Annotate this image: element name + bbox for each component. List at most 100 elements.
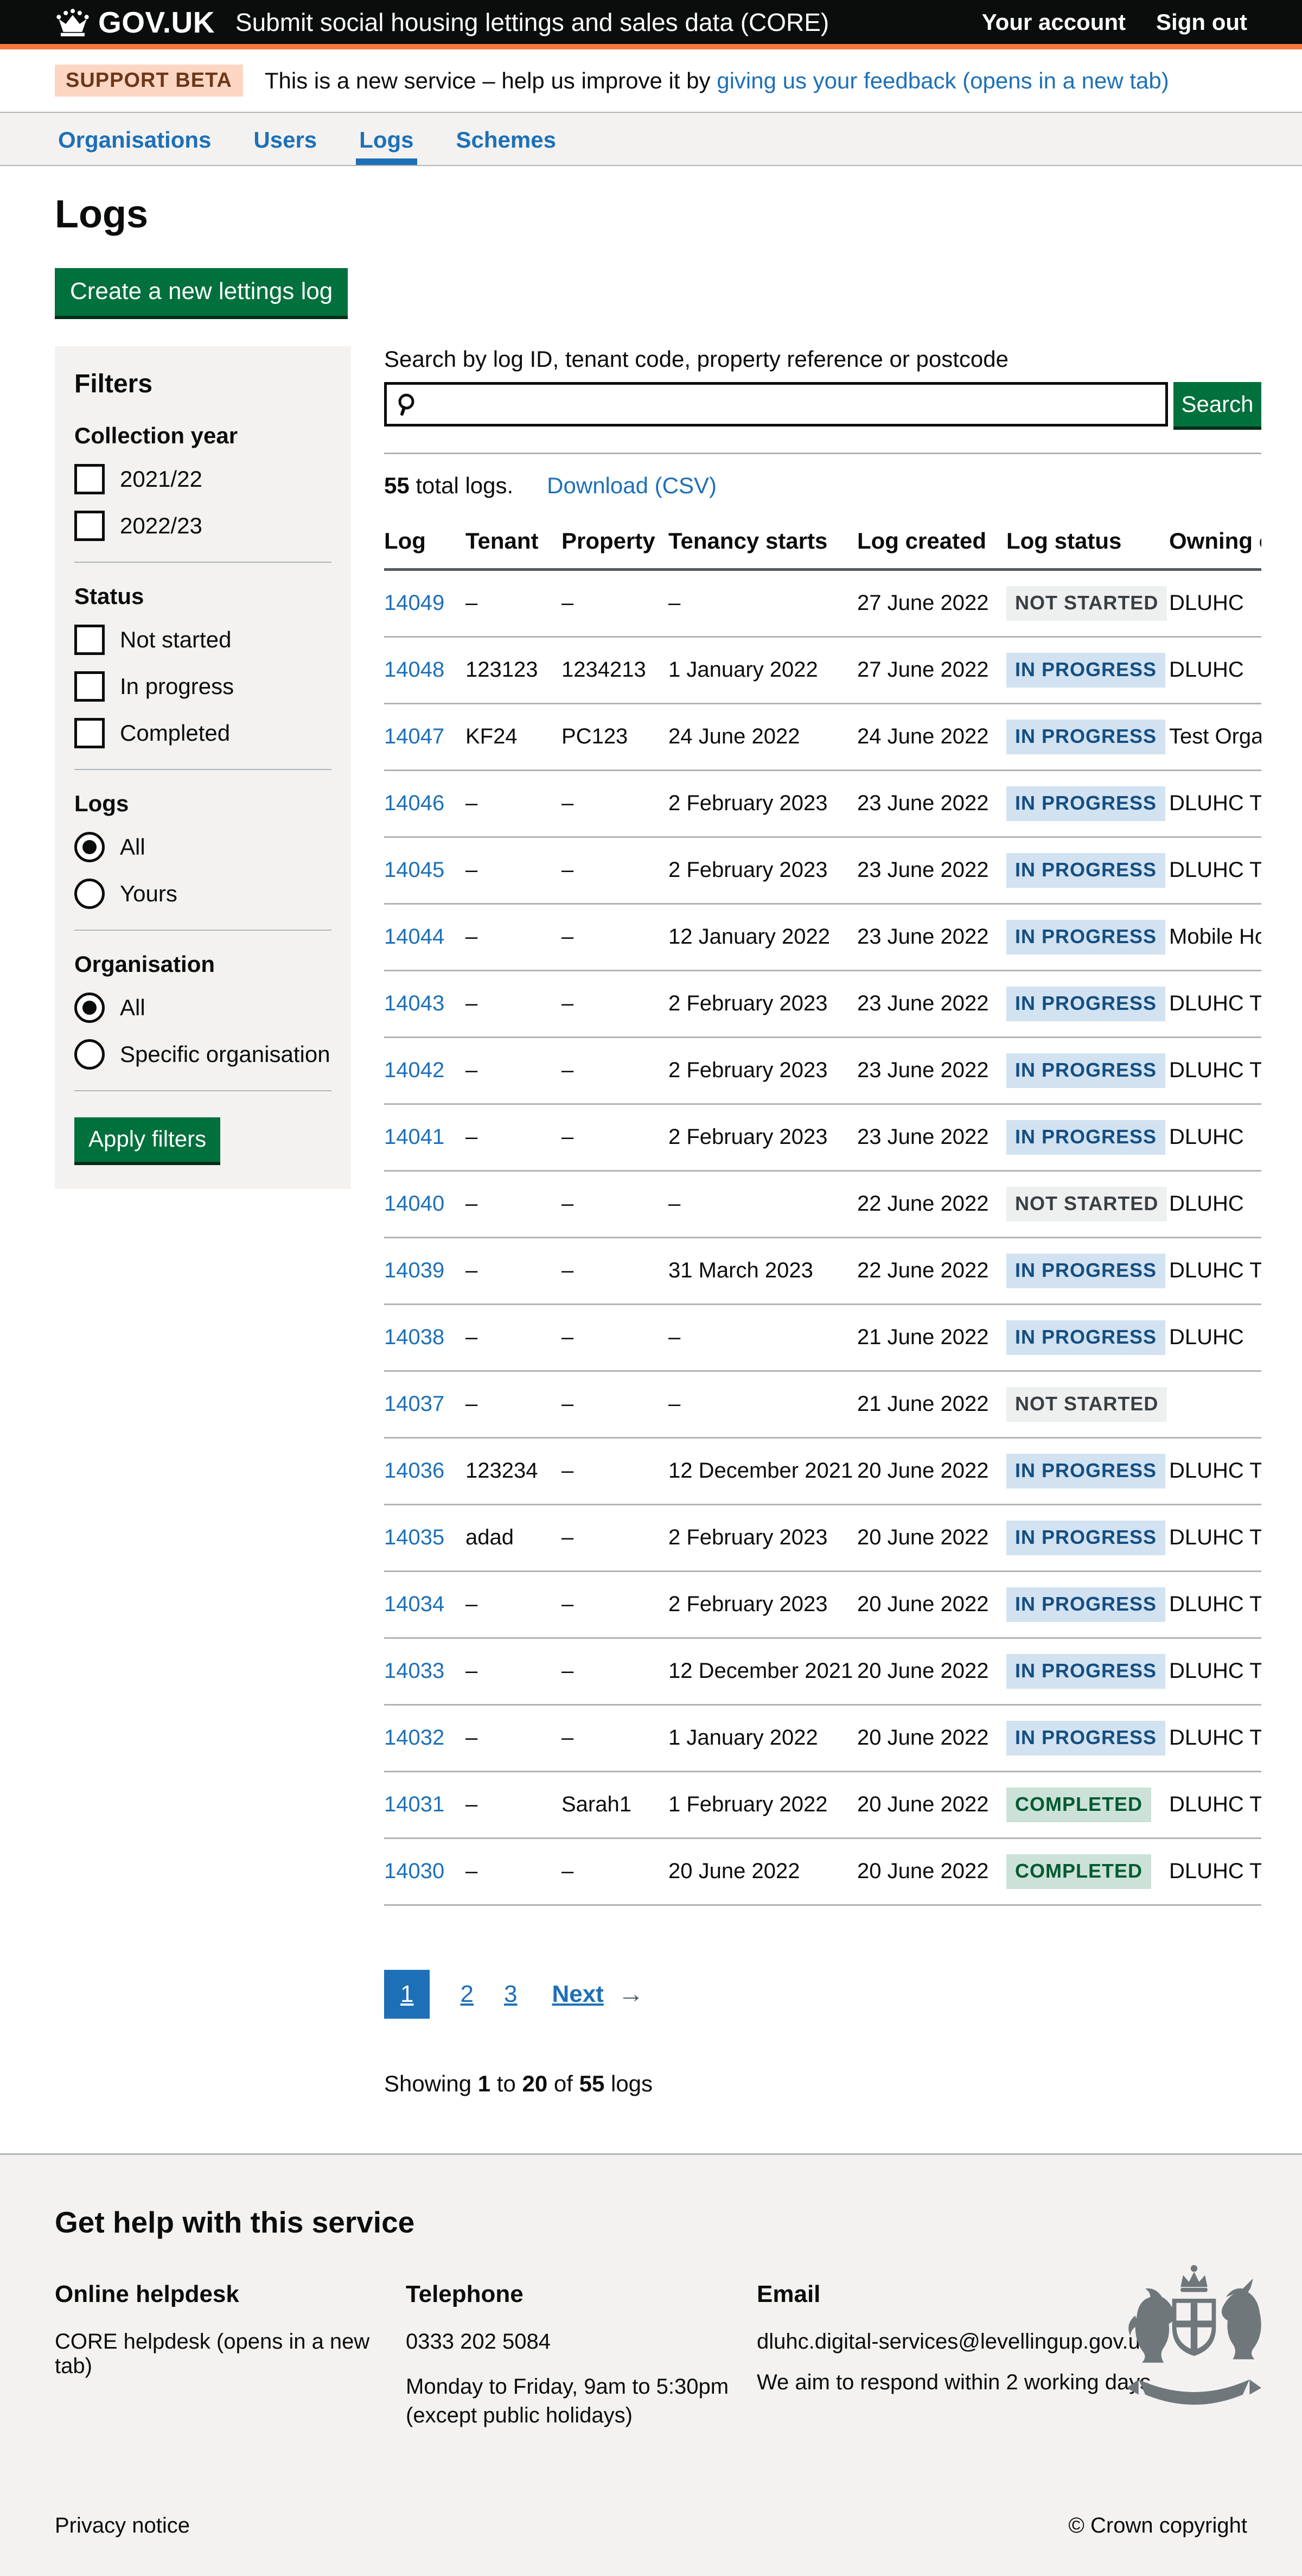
radio-option-logs-yours[interactable]: Yours — [74, 879, 331, 909]
radio-option-org-all[interactable]: All — [74, 993, 331, 1023]
crown-copyright-link[interactable]: © Crown copyright — [1068, 2514, 1247, 2538]
owning-org-cell: DLUHC — [1169, 1104, 1261, 1171]
log-id-link[interactable]: 14042 — [384, 1058, 444, 1082]
table-row: 14044––12 January 202223 June 2022IN PRO… — [384, 904, 1261, 970]
create-lettings-log-button[interactable]: Create a new lettings log — [55, 268, 348, 316]
col-header-tenant: Tenant — [465, 523, 561, 570]
log-id-link[interactable]: 14046 — [384, 791, 444, 815]
core-helpdesk-link[interactable]: CORE helpdesk (opens in a new tab) — [55, 2330, 406, 2378]
owning-org-cell: DLUHC Tes — [1169, 837, 1261, 904]
log-id-link[interactable]: 14036 — [384, 1459, 444, 1483]
telephone-hours-note: (except public holidays) — [406, 2403, 757, 2428]
log-id-link[interactable]: 14045 — [384, 858, 444, 882]
download-csv-link[interactable]: Download (CSV) — [547, 473, 717, 499]
telephone-heading: Telephone — [406, 2281, 757, 2308]
tenant-cell: – — [465, 1237, 561, 1304]
tenant-cell: – — [465, 1838, 561, 1905]
radio-logs-all[interactable] — [74, 832, 105, 862]
radio-org-all[interactable] — [74, 993, 105, 1023]
radio-label: Yours — [120, 881, 177, 907]
nav-item-schemes[interactable]: Schemes — [453, 113, 559, 165]
nav-item-organisations[interactable]: Organisations — [55, 113, 214, 165]
checkbox-in-progress[interactable] — [74, 671, 105, 702]
search-button[interactable]: Search — [1173, 382, 1261, 427]
status-badge: NOT STARTED — [1006, 1387, 1167, 1422]
tenant-cell: KF24 — [465, 703, 561, 770]
pagination-page-3[interactable]: 3 — [504, 1981, 517, 2008]
log-id-link[interactable]: 14041 — [384, 1125, 444, 1149]
govuk-logo[interactable]: GOV.UK — [98, 5, 215, 40]
apply-filters-button[interactable]: Apply filters — [74, 1117, 220, 1162]
checkbox-option-in-progress[interactable]: In progress — [74, 671, 331, 702]
table-row: 14040–––22 June 2022NOT STARTEDDLUHC — [384, 1171, 1261, 1237]
owning-org-cell: DLUHC — [1169, 1304, 1261, 1371]
log-id-link[interactable]: 14049 — [384, 591, 444, 615]
log-id-link[interactable]: 14040 — [384, 1192, 444, 1216]
radio-logs-yours[interactable] — [74, 879, 105, 909]
log-id-link[interactable]: 14035 — [384, 1525, 444, 1549]
radio-org-specific[interactable] — [74, 1039, 105, 1070]
owning-org-cell: DLUHC Tes — [1169, 1504, 1261, 1571]
status-badge: IN PROGRESS — [1006, 1454, 1165, 1489]
owning-org-cell: DLUHC Tes — [1169, 1037, 1261, 1104]
tenancy-starts-cell: 2 February 2023 — [668, 770, 857, 837]
table-row: 1404812312312342131 January 202227 June … — [384, 637, 1261, 703]
log-id-link[interactable]: 14030 — [384, 1859, 444, 1883]
property-cell: – — [561, 970, 668, 1037]
email-link[interactable]: dluhc.digital-services@levellingup.gov.u… — [757, 2330, 1151, 2354]
log-id-link[interactable]: 14033 — [384, 1659, 444, 1683]
log-created-cell: 22 June 2022 — [857, 1171, 1006, 1237]
property-cell: – — [561, 837, 668, 904]
nav-item-users[interactable]: Users — [250, 113, 320, 165]
status-badge: IN PROGRESS — [1006, 653, 1165, 688]
footer-telephone-column: Telephone 0333 202 5084 Monday to Friday… — [406, 2281, 757, 2442]
log-id-link[interactable]: 14044 — [384, 925, 444, 949]
logs-legend: Logs — [74, 791, 331, 817]
your-account-link[interactable]: Your account — [982, 9, 1126, 35]
radio-option-logs-all[interactable]: All — [74, 832, 331, 862]
search-input[interactable] — [384, 382, 1168, 427]
checkbox-option-2021-22[interactable]: 2021/22 — [74, 464, 331, 494]
log-id-link[interactable]: 14039 — [384, 1258, 444, 1282]
log-id-link[interactable]: 14032 — [384, 1726, 444, 1750]
log-id-link[interactable]: 14043 — [384, 991, 444, 1015]
privacy-notice-link[interactable]: Privacy notice — [55, 2514, 190, 2538]
status-badge: IN PROGRESS — [1006, 853, 1165, 888]
log-id-link[interactable]: 14034 — [384, 1592, 444, 1616]
property-cell: – — [561, 1104, 668, 1171]
log-id-link[interactable]: 14047 — [384, 724, 444, 748]
checkbox-2021-22[interactable] — [74, 464, 105, 494]
log-id-link[interactable]: 14031 — [384, 1792, 444, 1816]
status-badge: NOT STARTED — [1006, 586, 1167, 621]
log-id-link[interactable]: 14038 — [384, 1325, 444, 1349]
pagination-page-2[interactable]: 2 — [460, 1981, 473, 2008]
log-id-link[interactable]: 14048 — [384, 658, 444, 682]
feedback-link[interactable]: giving us your feedback (opens in a new … — [717, 68, 1169, 93]
email-heading: Email — [757, 2281, 1151, 2308]
tenant-cell: – — [465, 1171, 561, 1237]
table-row: 14045––2 February 202323 June 2022IN PRO… — [384, 837, 1261, 904]
checkbox-not-started[interactable] — [74, 625, 105, 655]
checkbox-option-2022-23[interactable]: 2022/23 — [74, 511, 331, 541]
pagination-current-page[interactable]: 1 — [384, 1970, 430, 2019]
checkbox-completed[interactable] — [74, 718, 105, 748]
log-id-link[interactable]: 14037 — [384, 1392, 444, 1416]
checkbox-2022-23[interactable] — [74, 511, 105, 541]
beta-tag: SUPPORT BETA — [55, 65, 243, 97]
status-badge: IN PROGRESS — [1006, 1120, 1165, 1155]
sign-out-link[interactable]: Sign out — [1156, 9, 1247, 35]
checkbox-option-not-started[interactable]: Not started — [74, 625, 331, 655]
pagination-next-link[interactable]: Next — [552, 1981, 603, 2008]
service-name[interactable]: Submit social housing lettings and sales… — [235, 8, 829, 37]
property-cell: – — [561, 770, 668, 837]
status-badge: IN PROGRESS — [1006, 987, 1165, 1021]
col-header-log-created: Log created — [857, 523, 1006, 570]
tenancy-starts-cell: 2 February 2023 — [668, 837, 857, 904]
radio-option-org-specific[interactable]: Specific organisation — [74, 1039, 331, 1070]
nav-item-logs[interactable]: Logs — [356, 113, 417, 165]
tenancy-starts-cell: – — [668, 569, 857, 637]
checkbox-option-completed[interactable]: Completed — [74, 718, 331, 748]
owning-org-cell: DLUHC Tes — [1169, 1771, 1261, 1838]
log-created-cell: 20 June 2022 — [857, 1504, 1006, 1571]
search-icon — [395, 391, 421, 420]
